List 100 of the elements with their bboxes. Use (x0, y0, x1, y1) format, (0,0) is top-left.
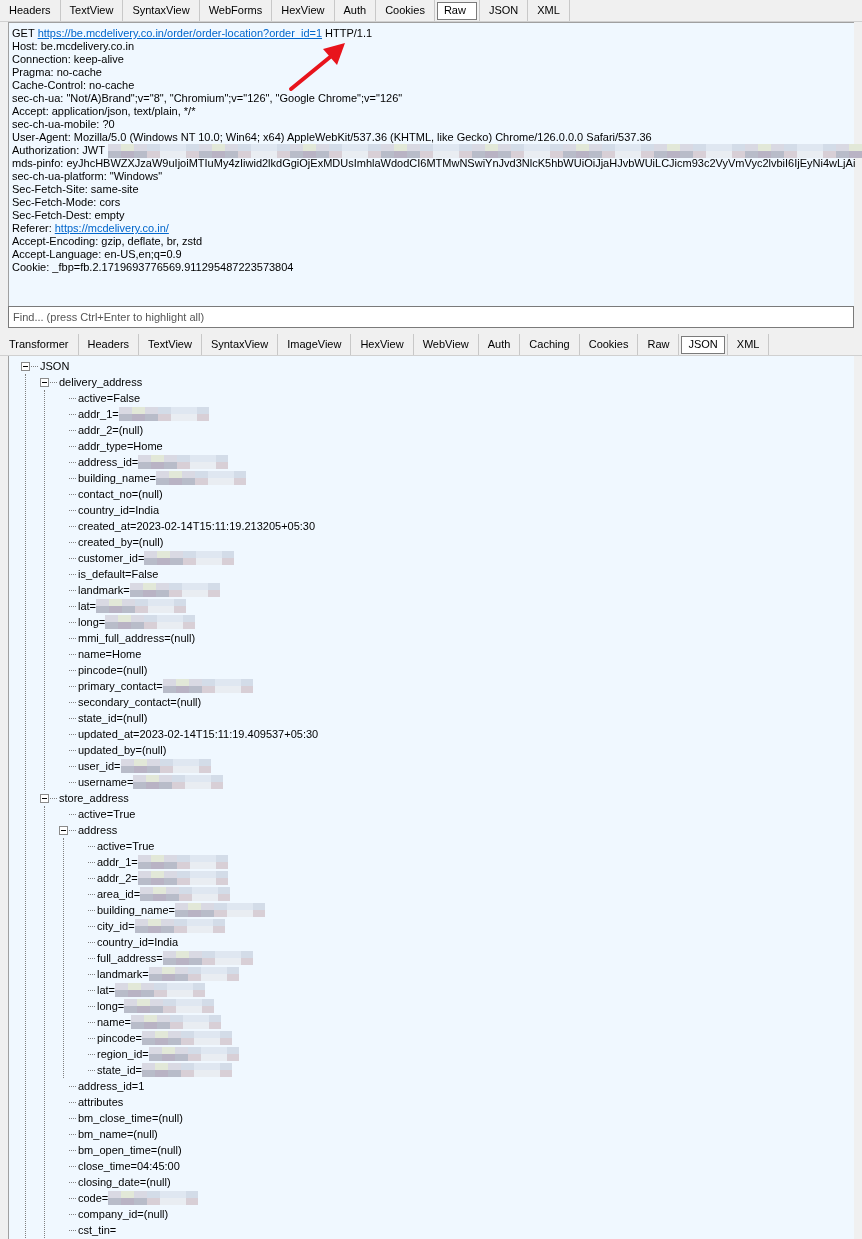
tab[interactable]: Cookies (378, 1, 432, 20)
tree-node-label[interactable]: address (78, 824, 118, 836)
tree-node-label[interactable]: state_id=(null) (78, 712, 148, 724)
tree-node-label[interactable]: address_id= (78, 456, 139, 468)
tree-node-label[interactable]: store_address (59, 792, 129, 804)
tab[interactable]: SyntaxView (203, 335, 276, 354)
tab[interactable]: Transformer (2, 335, 76, 354)
tree-node-label[interactable]: addr_1= (97, 856, 138, 868)
tab[interactable]: TextView (141, 335, 199, 354)
find-field[interactable]: Find... (press Ctrl+Enter to highlight all) (9, 307, 853, 327)
tree-node-label[interactable]: lat= (78, 600, 97, 612)
tab[interactable]: XML (729, 335, 767, 354)
tree-node-label[interactable]: active=False (78, 392, 141, 404)
header-text: HTTP/1.1 (325, 28, 373, 39)
tree-node-label[interactable]: close_time=04:45:00 (78, 1160, 180, 1172)
tree-node-label[interactable]: building_name= (97, 904, 175, 916)
tree-node-label[interactable]: JSON (40, 360, 70, 372)
collapse-icon[interactable] (59, 825, 68, 835)
tab[interactable]: WebView (415, 335, 476, 354)
header-text: Cache-Control: no-cache (12, 80, 135, 91)
tree-node-label[interactable]: active=True (78, 808, 136, 820)
tab[interactable]: SyntaxView (125, 1, 197, 20)
tab[interactable]: HexView (353, 335, 411, 354)
tree-node-label[interactable]: landmark= (97, 968, 149, 980)
tree-node-label[interactable]: addr_1= (78, 408, 119, 420)
tree-node-label[interactable]: long= (78, 616, 106, 628)
header-text: Sec-Fetch-Dest: empty (12, 210, 125, 221)
tree-node-label[interactable]: bm_name=(null) (78, 1128, 158, 1140)
header-text: Host: be.mcdelivery.co.in (12, 41, 135, 52)
header-text: Authorization: JWT (12, 145, 105, 156)
header-text: Accept-Language: en-US,en;q=0.9 (12, 249, 182, 260)
tree-node-label[interactable]: long= (97, 1000, 125, 1012)
url-link[interactable]: https://be.mcdelivery.co.in/order/order-location?order_id=1 (37, 28, 323, 39)
tree-node-label[interactable]: code= (78, 1192, 109, 1204)
tree-node-label[interactable]: closing_date=(null) (78, 1176, 171, 1188)
tree-node-label[interactable]: updated_at=2023-02-14T15:11:19.409537+05:30 (78, 728, 319, 740)
tree-node-label[interactable]: pincode=(null) (78, 664, 148, 676)
tab[interactable]: Auth (480, 335, 518, 354)
tab[interactable]: Headers (2, 1, 58, 20)
tree-node-label[interactable]: city_id= (97, 920, 135, 932)
tab[interactable]: JSON (481, 1, 526, 20)
tab[interactable]: Cookies (581, 335, 636, 354)
tree-node-label[interactable]: landmark= (78, 584, 130, 596)
tree-node-label[interactable]: name= (97, 1016, 131, 1028)
tree-node-label[interactable]: bm_close_time=(null) (78, 1112, 183, 1124)
header-text: Sec-Fetch-Mode: cors (12, 197, 121, 208)
tab[interactable]: Headers (80, 335, 137, 354)
header-text: GET (12, 28, 35, 39)
tree-node-label[interactable]: name=Home (78, 648, 142, 660)
tree-node-label[interactable]: primary_contact= (78, 680, 163, 692)
tree-node-label[interactable]: addr_type=Home (78, 440, 163, 452)
tab[interactable]: Raw (436, 1, 477, 20)
header-text: mds-pinfo: eyJhcHBWZXJzaW9uIjoiMTIuMy4zIiwid2lkdGgiOjExMDUsImhlaWdodCI6MTMwNSwiYnJvd3NlcK5hbWUiOiJjaHJvbWUiLCJicm93c2VyVmVyc2lvbiI6IjEyNi4wLjAi (12, 158, 856, 169)
tree-node-label[interactable]: area_id= (97, 888, 141, 900)
tree-node-label[interactable]: created_at=2023-02-14T15:11:19.213205+05:30 (78, 520, 316, 532)
tree-node-label[interactable]: country_id=India (97, 936, 179, 948)
tree-node-label[interactable]: secondary_contact=(null) (78, 696, 202, 708)
url-link[interactable]: https://mcdelivery.co.in/ (54, 223, 169, 234)
header-text: User-Agent: Mozilla/5.0 (Windows NT 10.0; Win64; x64) AppleWebKit/537.36 (KHTML, like Gecko) Chrome/126.0.0.0 Safari/537.36 (12, 132, 652, 143)
tab[interactable]: HexView (274, 1, 332, 20)
tree-node-label[interactable]: contact_no=(null) (78, 488, 163, 500)
tree-node-label[interactable]: country_id=India (78, 504, 160, 516)
tree-node-label[interactable]: user_id= (78, 760, 121, 772)
tree-node-label[interactable]: lat= (97, 984, 116, 996)
tree-node-label[interactable]: pincode= (97, 1032, 142, 1044)
tree-node-label[interactable]: full_address= (97, 952, 163, 964)
header-text: Pragma: no-cache (12, 67, 102, 78)
tree-node-label[interactable]: delivery_address (59, 376, 143, 388)
tree-node-label[interactable]: attributes (78, 1096, 124, 1108)
tab[interactable]: Caching (522, 335, 577, 354)
tree-node-label[interactable]: address_id=1 (78, 1080, 145, 1092)
tab[interactable]: JSON (681, 335, 725, 354)
tree-node-label[interactable]: updated_by=(null) (78, 744, 167, 756)
tab[interactable]: ImageView (280, 335, 349, 354)
tab[interactable]: XML (530, 1, 567, 20)
tree-node-label[interactable]: active=True (97, 840, 155, 852)
header-text: sec-ch-ua-platform: "Windows" (12, 171, 163, 182)
tree-node-label[interactable]: created_by=(null) (78, 536, 164, 548)
tree-node-label[interactable]: company_id=(null) (78, 1208, 169, 1220)
collapse-icon[interactable] (21, 361, 30, 371)
header-text: sec-ch-ua: "Not/A)Brand";v="8", "Chromium";v="126", "Google Chrome";v="126" (12, 93, 403, 104)
header-text: Cookie: _fbp=fb.2.1719693776569.911295487223573804 (12, 262, 294, 273)
tree-node-label[interactable]: customer_id= (78, 552, 145, 564)
tab[interactable]: Raw (640, 335, 677, 354)
tree-node-label[interactable]: addr_2= (97, 872, 138, 884)
collapse-icon[interactable] (40, 377, 49, 387)
header-text: Accept-Encoding: gzip, deflate, br, zstd (12, 236, 203, 247)
tree-node-label[interactable]: bm_open_time=(null) (78, 1144, 182, 1156)
tree-node-label[interactable]: state_id= (97, 1064, 142, 1076)
tree-node-label[interactable]: is_default=False (78, 568, 159, 580)
tab[interactable]: TextView (62, 1, 121, 20)
tree-node-label[interactable]: mmi_full_address=(null) (78, 632, 196, 644)
tree-node-label[interactable]: region_id= (97, 1048, 149, 1060)
tree-node-label[interactable]: username= (78, 776, 134, 788)
collapse-icon[interactable] (40, 793, 49, 803)
tree-node-label[interactable]: building_name= (78, 472, 156, 484)
tree-node-label[interactable]: cst_tin= (78, 1224, 117, 1236)
tab[interactable]: Auth (336, 1, 374, 20)
tab[interactable]: WebForms (201, 1, 270, 20)
tree-node-label[interactable]: addr_2=(null) (78, 424, 144, 436)
